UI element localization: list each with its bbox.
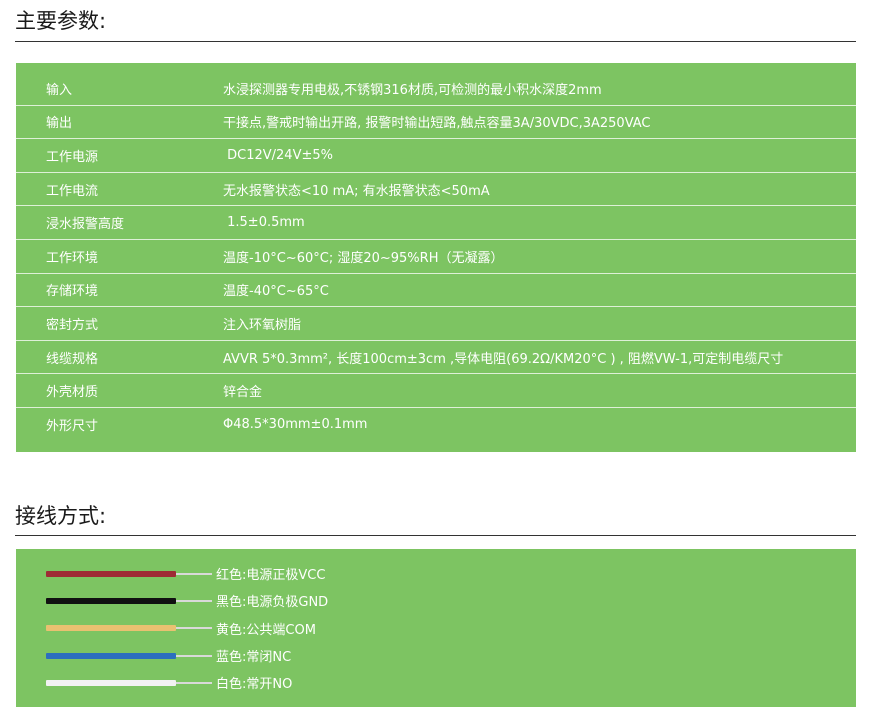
spec-label: 外壳材质 — [46, 385, 99, 401]
spec-value: 注入环氧树脂 — [223, 317, 302, 333]
wiring-title-divider — [15, 535, 856, 536]
spec-label: 工作环境 — [46, 250, 99, 266]
spec-label: 存储环境 — [46, 284, 99, 300]
spec-label: 线缆规格 — [46, 351, 99, 367]
wire-label: 黄色:公共端COM — [216, 622, 316, 638]
wire-conductor — [176, 627, 212, 630]
spec-value: 无水报警状态<10 mA; 有水报警状态<50mA — [223, 183, 490, 199]
spec-value: 温度-40°C~65°C — [223, 284, 329, 300]
spec-label: 密封方式 — [46, 317, 99, 333]
spec-label: 工作电源 — [46, 149, 99, 165]
spec-title-divider — [15, 41, 856, 42]
white-wire-icon — [46, 679, 212, 686]
spec-row-cable-spec: 线缆规格 AVVR 5*0.3mm², 长度100cm±3cm ,导体电阻(69… — [16, 341, 856, 375]
spec-label: 浸水报警高度 — [46, 217, 125, 233]
spec-value: 锌合金 — [223, 385, 263, 401]
wire-row-blue: 蓝色:常闭NC — [16, 642, 328, 669]
spec-row-input: 输入 水浸探测器专用电极,不锈钢316材质,可检测的最小积水深度2mm — [16, 72, 856, 106]
wire-label: 白色:常开NO — [216, 677, 293, 693]
wire-list: 红色:电源正极VCC 黑色:电源负极GND 黄色:公共端COM 蓝色:常闭NC — [16, 560, 328, 696]
spec-row-operating-current: 工作电流 无水报警状态<10 mA; 有水报警状态<50mA — [16, 173, 856, 207]
wire-label: 红色:电源正极VCC — [216, 568, 326, 584]
yellow-wire-icon — [46, 625, 212, 632]
spec-value: 干接点,警戒时输出开路, 报警时输出短路,触点容量3A/30VDC,3A250V… — [223, 116, 651, 132]
wire-label: 黑色:电源负极GND — [216, 595, 329, 611]
wiring-panel: 红色:电源正极VCC 黑色:电源负极GND 黄色:公共端COM 蓝色:常闭NC — [16, 549, 856, 707]
spec-row-power-supply: 工作电源 DC12V/24V±5% — [16, 139, 856, 173]
black-wire-icon — [46, 597, 212, 604]
spec-row-alarm-height: 浸水报警高度 1.5±0.5mm — [16, 206, 856, 240]
spec-section-title: 主要参数: — [15, 9, 107, 33]
spec-row-operating-environment: 工作环境 温度-10°C~60°C; 湿度20~95%RH（无凝露） — [16, 240, 856, 274]
wire-insulation — [46, 570, 176, 577]
wire-conductor — [176, 572, 212, 575]
spec-value: 温度-10°C~60°C; 湿度20~95%RH（无凝露） — [223, 250, 504, 266]
spec-row-storage-environment: 存储环境 温度-40°C~65°C — [16, 274, 856, 308]
spec-value: Φ48.5*30mm±0.1mm — [223, 417, 368, 433]
wire-conductor — [176, 681, 212, 684]
wire-row-yellow: 黄色:公共端COM — [16, 615, 328, 642]
spec-value: AVVR 5*0.3mm², 长度100cm±3cm ,导体电阻(69.2Ω/K… — [223, 351, 784, 367]
wire-insulation — [46, 679, 176, 686]
blue-wire-icon — [46, 652, 212, 659]
wire-insulation — [46, 625, 176, 632]
spec-value: DC12V/24V±5% — [223, 147, 333, 163]
spec-table-panel: 输入 水浸探测器专用电极,不锈钢316材质,可检测的最小积水深度2mm 输出 干… — [16, 63, 856, 452]
wire-row-black: 黑色:电源负极GND — [16, 587, 328, 614]
wire-label: 蓝色:常闭NC — [216, 650, 292, 666]
spec-label: 输出 — [46, 116, 73, 132]
spec-row-sealing: 密封方式 注入环氧树脂 — [16, 307, 856, 341]
spec-row-housing-material: 外壳材质 锌合金 — [16, 374, 856, 408]
spec-row-dimensions: 外形尺寸 Φ48.5*30mm±0.1mm — [16, 408, 856, 442]
spec-value: 水浸探测器专用电极,不锈钢316材质,可检测的最小积水深度2mm — [223, 82, 602, 98]
wire-conductor — [176, 599, 212, 602]
red-wire-icon — [46, 570, 212, 577]
spec-value: 1.5±0.5mm — [223, 215, 305, 231]
wire-insulation — [46, 652, 176, 659]
wire-row-white: 白色:常开NO — [16, 669, 328, 696]
wiring-section-title: 接线方式: — [15, 504, 107, 528]
wire-conductor — [176, 654, 212, 657]
spec-table: 输入 水浸探测器专用电极,不锈钢316材质,可检测的最小积水深度2mm 输出 干… — [16, 72, 856, 442]
wire-row-red: 红色:电源正极VCC — [16, 560, 328, 587]
wire-insulation — [46, 597, 176, 604]
spec-label: 外形尺寸 — [46, 419, 99, 435]
spec-row-output: 输出 干接点,警戒时输出开路, 报警时输出短路,触点容量3A/30VDC,3A2… — [16, 106, 856, 140]
spec-label: 输入 — [46, 82, 73, 98]
spec-label: 工作电流 — [46, 183, 99, 199]
